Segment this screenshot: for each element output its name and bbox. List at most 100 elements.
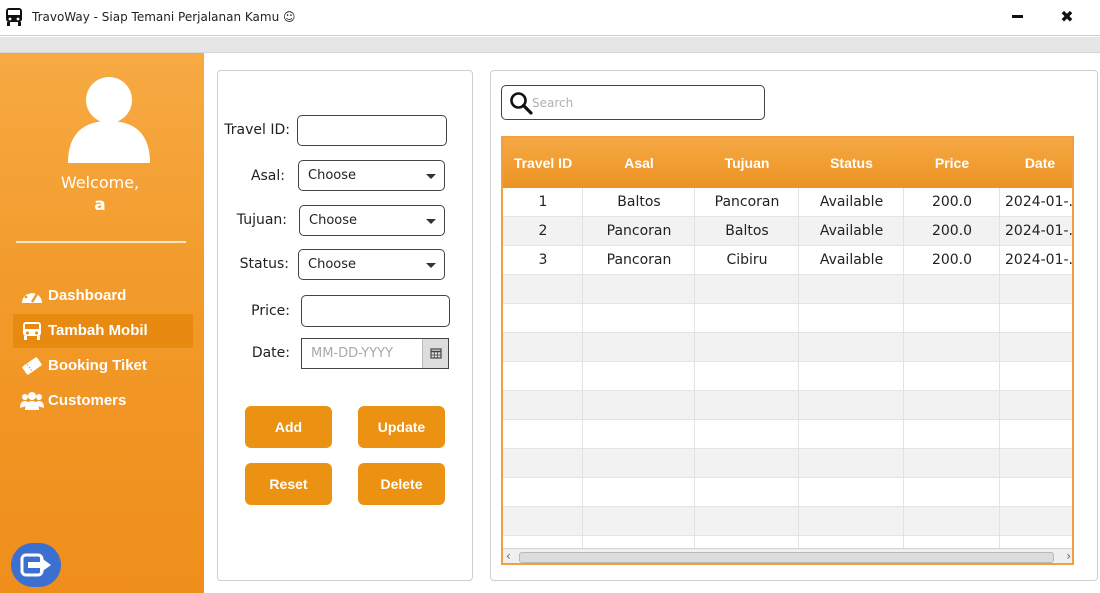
table-row[interactable]: 2 Pancoran Baltos Available 200.0 2024-0… xyxy=(503,217,1073,246)
minimize-button[interactable] xyxy=(1006,6,1030,28)
sidebar-item-label: Customers xyxy=(48,392,127,409)
cell-tujuan: Pancoran xyxy=(714,194,780,210)
table-row[interactable]: 3 Pancoran Cibiru Available 200.0 2024-0… xyxy=(503,246,1073,275)
empty-table-row xyxy=(503,420,1072,449)
cell-tujuan: Cibiru xyxy=(726,252,768,268)
tujuan-selected-value: Choose xyxy=(309,213,357,228)
window-title: TravoWay - Siap Temani Perjalanan Kamu ☺ xyxy=(32,10,296,24)
asal-label: Asal: xyxy=(250,168,285,184)
scroll-left-icon[interactable]: ‹ xyxy=(506,549,511,563)
empty-table-row xyxy=(503,391,1072,420)
column-divider xyxy=(903,188,904,548)
username: a xyxy=(94,195,106,215)
sidebar-item-customers[interactable]: Customers xyxy=(13,384,193,418)
column-divider xyxy=(798,188,799,548)
cell-asal: Pancoran xyxy=(606,223,672,239)
column-header-status[interactable]: Status xyxy=(799,155,904,171)
sidebar-item-label: Booking Tiket xyxy=(48,357,147,374)
cell-date: 2024-01-... xyxy=(1005,252,1073,268)
empty-table-row xyxy=(503,333,1072,362)
logout-icon xyxy=(20,553,51,577)
travel-table: Travel ID Asal Tujuan Status Price Date … xyxy=(501,136,1074,565)
title-bar: TravoWay - Siap Temani Perjalanan Kamu ☺… xyxy=(0,0,1100,36)
tujuan-label: Tujuan: xyxy=(236,212,287,228)
welcome-text: Welcome, xyxy=(60,173,140,192)
cell-asal: Pancoran xyxy=(606,252,672,268)
date-picker[interactable]: MM-DD-YYYY xyxy=(301,338,449,369)
column-header-travel-id[interactable]: Travel ID xyxy=(503,155,583,171)
delete-button[interactable]: Delete xyxy=(358,463,445,505)
sidebar-item-dashboard[interactable]: Dashboard xyxy=(13,279,193,313)
column-divider xyxy=(694,188,695,548)
column-divider xyxy=(582,188,583,548)
column-header-price[interactable]: Price xyxy=(904,155,1000,171)
cell-travel-id: 1 xyxy=(538,194,548,210)
cell-price: 200.0 xyxy=(931,252,973,268)
status-select[interactable]: Choose xyxy=(298,249,445,280)
chevron-down-icon xyxy=(426,263,436,268)
empty-table-row xyxy=(503,275,1072,304)
close-button[interactable]: ✖ xyxy=(1054,4,1080,30)
asal-select[interactable]: Choose xyxy=(298,160,445,191)
sidebar-item-label: Tambah Mobil xyxy=(48,322,148,339)
travel-id-label: Travel ID: xyxy=(224,122,290,138)
tujuan-select[interactable]: Choose xyxy=(299,205,445,236)
empty-table-row xyxy=(503,304,1072,333)
bus-icon xyxy=(6,8,22,26)
cell-travel-id: 3 xyxy=(538,252,548,268)
sidebar-divider xyxy=(16,241,186,243)
chevron-down-icon xyxy=(426,219,436,224)
table-header: Travel ID Asal Tujuan Status Price Date xyxy=(503,138,1072,188)
cell-asal: Baltos xyxy=(617,194,661,210)
cell-price: 200.0 xyxy=(931,194,973,210)
calendar-icon xyxy=(430,348,442,359)
column-header-asal[interactable]: Asal xyxy=(583,155,695,171)
travel-id-input[interactable] xyxy=(297,115,447,146)
cell-date: 2024-01-... xyxy=(1005,194,1073,210)
add-button[interactable]: Add xyxy=(245,406,332,448)
search-input[interactable]: Search xyxy=(501,85,765,120)
sidebar-item-label: Dashboard xyxy=(48,287,127,304)
minimize-icon xyxy=(1012,15,1023,18)
sidebar-item-booking-tiket[interactable]: Booking Tiket xyxy=(13,349,193,383)
scroll-right-icon[interactable]: › xyxy=(1066,549,1071,563)
cell-date: 2024-01-... xyxy=(1005,223,1073,239)
scrollbar-thumb[interactable] xyxy=(519,552,1054,563)
cell-travel-id: 2 xyxy=(538,223,548,239)
price-input[interactable] xyxy=(301,295,450,327)
empty-table-row xyxy=(503,507,1072,536)
sidebar-item-tambah-mobil[interactable]: Tambah Mobil xyxy=(13,314,193,348)
logout-button[interactable] xyxy=(11,543,61,587)
chevron-down-icon xyxy=(426,174,436,179)
table-row[interactable]: 1 Baltos Pancoran Available 200.0 2024-0… xyxy=(503,188,1073,217)
ticket-icon xyxy=(22,357,42,375)
user-avatar-icon xyxy=(68,77,150,163)
calendar-button[interactable] xyxy=(422,339,448,368)
empty-table-row xyxy=(503,478,1072,507)
search-placeholder: Search xyxy=(532,96,574,110)
window-toolbar-strip xyxy=(0,37,1100,53)
empty-table-row xyxy=(503,449,1072,478)
reset-button[interactable]: Reset xyxy=(245,463,332,505)
bus-icon xyxy=(23,322,41,340)
gauge-icon xyxy=(22,290,42,303)
date-input-placeholder: MM-DD-YYYY xyxy=(311,346,394,361)
cell-tujuan: Baltos xyxy=(725,223,769,239)
price-label: Price: xyxy=(251,303,290,319)
horizontal-scrollbar[interactable]: ‹ › xyxy=(503,548,1072,563)
empty-table-row xyxy=(503,362,1072,391)
cell-status: Available xyxy=(819,194,884,210)
asal-selected-value: Choose xyxy=(308,168,356,183)
column-header-tujuan[interactable]: Tujuan xyxy=(695,155,799,171)
column-divider xyxy=(999,188,1000,548)
status-label: Status: xyxy=(239,256,289,272)
search-icon xyxy=(510,92,533,115)
status-selected-value: Choose xyxy=(308,257,356,272)
date-label: Date: xyxy=(251,345,290,361)
column-header-date[interactable]: Date xyxy=(1000,155,1072,171)
sidebar: Welcome, a Dashboard Tambah Mobil Bookin… xyxy=(0,53,204,593)
cell-price: 200.0 xyxy=(931,223,973,239)
update-button[interactable]: Update xyxy=(358,406,445,448)
users-icon xyxy=(20,392,44,410)
cell-status: Available xyxy=(819,223,884,239)
